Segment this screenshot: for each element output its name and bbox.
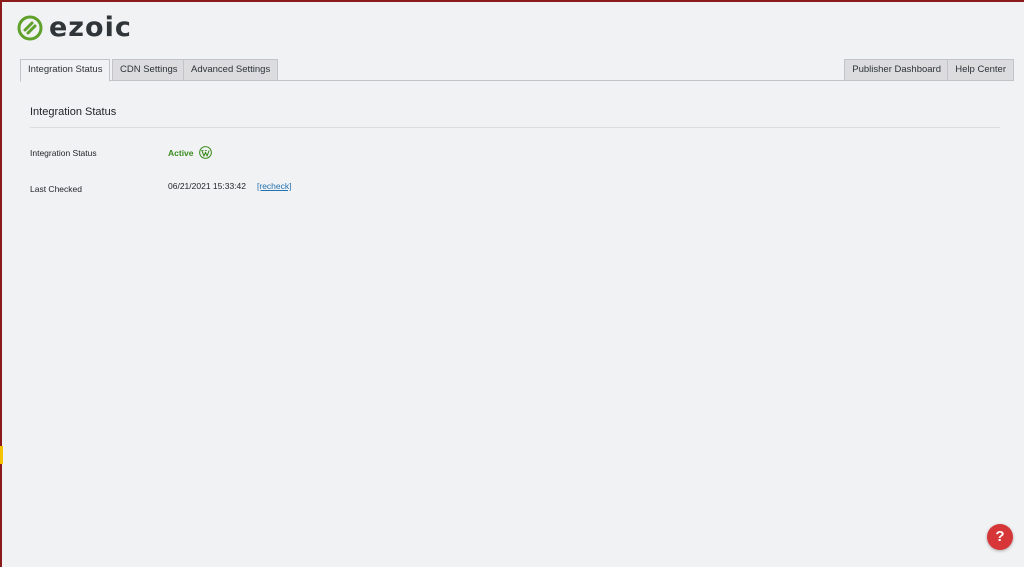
settings-tabs: Integration Status CDN Settings Advanced…	[20, 59, 1014, 82]
tab-cdn-settings[interactable]: CDN Settings	[112, 59, 186, 81]
tab-advanced-settings[interactable]: Advanced Settings	[183, 59, 279, 81]
help-center-button[interactable]: Help Center	[947, 59, 1014, 81]
integration-status-value: Active	[168, 146, 212, 159]
tab-integration-status[interactable]: Integration Status	[20, 59, 111, 82]
help-icon[interactable]: ?	[987, 524, 1013, 550]
last-checked-timestamp: 06/21/2021 15:33:42	[168, 181, 246, 191]
recheck-link[interactable]: [recheck]	[257, 181, 292, 191]
status-badge: Active	[168, 147, 194, 158]
integration-status-label: Integration Status	[30, 148, 97, 158]
last-checked-label: Last Checked	[30, 184, 82, 194]
window-edge-marker	[0, 446, 3, 464]
last-checked-value: 06/21/2021 15:33:42 [recheck]	[168, 181, 292, 191]
ezoic-logo-icon	[17, 15, 43, 41]
brand-name: ezoic	[49, 12, 132, 43]
ezoic-logo: ezoic	[17, 12, 132, 43]
wordpress-icon	[198, 146, 212, 159]
main-content: Integration Status Integration Status Ac…	[30, 94, 1000, 194]
publisher-dashboard-button[interactable]: Publisher Dashboard	[844, 59, 949, 81]
section-title: Integration Status	[30, 94, 1000, 128]
